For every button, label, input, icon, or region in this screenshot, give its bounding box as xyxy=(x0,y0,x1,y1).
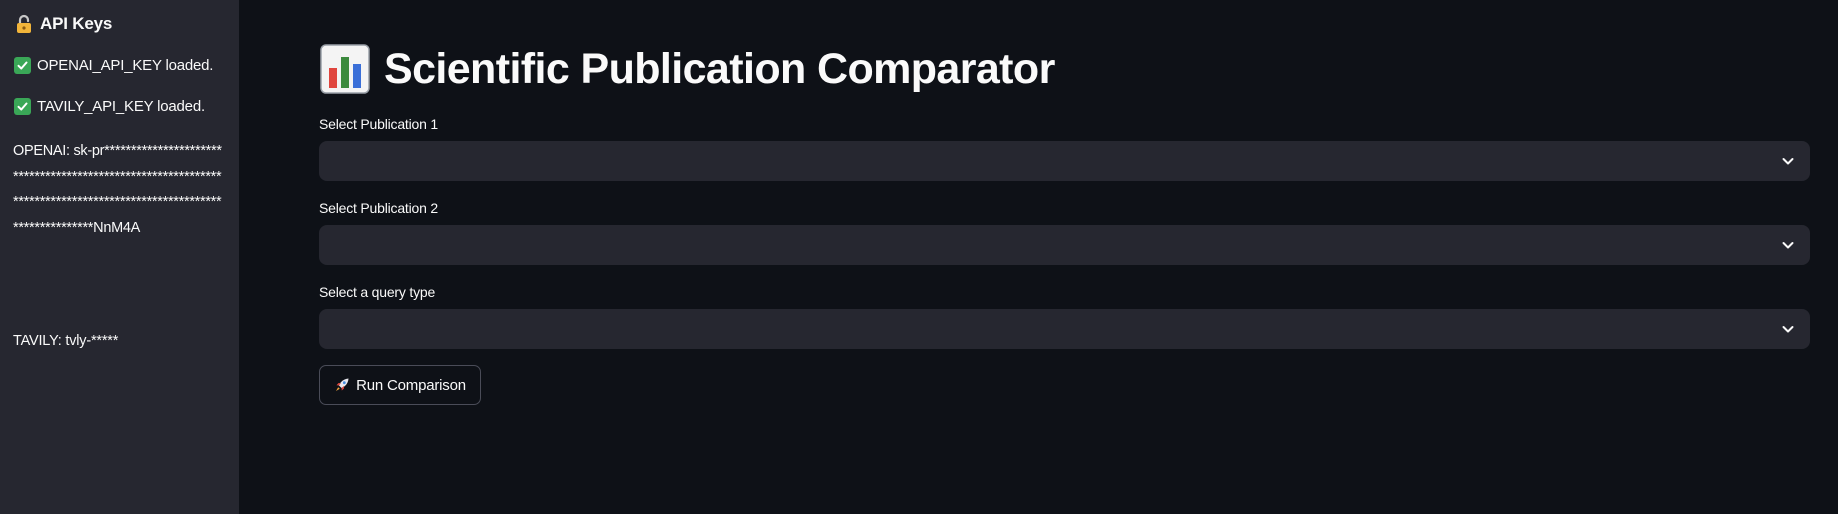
publication-1-select[interactable] xyxy=(319,141,1810,181)
page-title: Scientific Publication Comparator xyxy=(320,44,1055,94)
openai-masked-key: OPENAI: sk-pr***************************… xyxy=(13,143,222,236)
openai-status: OPENAI_API_KEY loaded. xyxy=(14,57,213,74)
run-comparison-label: Run Comparison xyxy=(356,376,466,394)
sidebar: API Keys OPENAI_API_KEY loaded. TAVILY_A… xyxy=(0,0,239,514)
publication-1-label: Select Publication 1 xyxy=(319,116,438,132)
sidebar-title-text: API Keys xyxy=(40,14,113,33)
query-type-label: Select a query type xyxy=(319,284,436,300)
tavily-masked-key: TAVILY: tvly-***** xyxy=(13,333,119,349)
page-title-text: Scientific Publication Comparator xyxy=(384,44,1055,93)
check-icon xyxy=(14,57,31,74)
run-comparison-button[interactable]: Run Comparison xyxy=(319,365,481,405)
rocket-icon xyxy=(336,378,349,391)
tavily-status-text: TAVILY_API_KEY loaded. xyxy=(37,98,205,115)
query-type-select[interactable] xyxy=(319,309,1810,349)
app-root: API Keys OPENAI_API_KEY loaded. TAVILY_A… xyxy=(0,0,1838,514)
publication-2-label: Select Publication 2 xyxy=(319,200,438,216)
lock-icon xyxy=(17,14,31,33)
publication-2-select[interactable] xyxy=(319,225,1810,265)
chevron-down-icon xyxy=(1782,326,1794,333)
chevron-down-icon xyxy=(1782,242,1794,249)
check-icon xyxy=(14,98,31,115)
sidebar-title: API Keys xyxy=(14,14,112,34)
chevron-down-icon xyxy=(1782,158,1794,165)
bar-chart-icon xyxy=(320,44,370,94)
tavily-status: TAVILY_API_KEY loaded. xyxy=(14,98,205,115)
openai-status-text: OPENAI_API_KEY loaded. xyxy=(37,57,214,74)
